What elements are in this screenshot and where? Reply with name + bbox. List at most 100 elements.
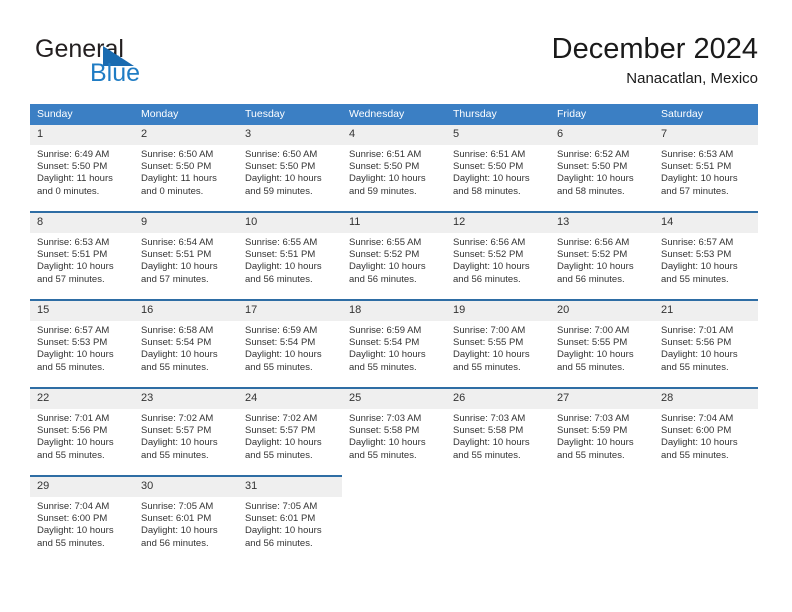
calendar-day-cell[interactable]: 13 Sunrise: 6:56 AM Sunset: 5:52 PM Dayligh… [550, 211, 654, 300]
day-number [446, 477, 550, 497]
weekday-header-saturday: Saturday [654, 104, 758, 125]
calendar-day-cell[interactable]: 2 Sunrise: 6:50 AM Sunset: 5:50 PM Daylight… [134, 125, 238, 212]
sunrise-text: Sunrise: 7:05 AM [245, 501, 318, 512]
daylight-text-line1: Daylight: 10 hours [37, 349, 114, 361]
calendar-day-cell[interactable]: 14 Sunrise: 6:57 AM Sunset: 5:53 PM Dayligh… [654, 211, 758, 300]
daylight-text-line1: Daylight: 10 hours [245, 437, 322, 449]
calendar-day-cell[interactable]: 30 Sunrise: 7:05 AM Sunset: 6:01 PM Dayligh… [134, 475, 238, 563]
daylight-text-line1: Daylight: 10 hours [245, 525, 322, 537]
daylight-text-line2: and 55 minutes. [37, 449, 105, 461]
calendar-day-cell[interactable]: 8 Sunrise: 6:53 AM Sunset: 5:51 PM Daylight… [30, 211, 134, 300]
daylight-text-line1: Daylight: 10 hours [37, 525, 114, 537]
sunset-text: Sunset: 5:53 PM [37, 337, 108, 349]
daylight-text-line1: Daylight: 10 hours [661, 173, 738, 185]
calendar-day-cell[interactable]: 24 Sunrise: 7:02 AM Sunset: 5:57 PM Dayligh… [238, 387, 342, 476]
daylight-text-line1: Daylight: 10 hours [349, 437, 426, 449]
sunset-text: Sunset: 5:52 PM [453, 249, 524, 261]
sunrise-text: Sunrise: 7:02 AM [245, 413, 318, 424]
daylight-text-line2: and 58 minutes. [557, 185, 625, 197]
sunset-text: Sunset: 5:55 PM [557, 337, 628, 349]
sunset-text: Sunset: 5:51 PM [141, 249, 212, 261]
calendar-day-cell[interactable]: 29 Sunrise: 7:04 AM Sunset: 6:00 PM Dayligh… [30, 475, 134, 563]
calendar-day-cell[interactable]: 6 Sunrise: 6:52 AM Sunset: 5:50 PM Daylight… [550, 125, 654, 212]
daylight-text-line1: Daylight: 10 hours [245, 261, 322, 273]
calendar-week-row: 22 Sunrise: 7:01 AM Sunset: 5:56 PM Dayligh… [30, 387, 758, 476]
sunset-text: Sunset: 5:56 PM [661, 337, 732, 349]
day-number: 25 [342, 389, 446, 409]
weekday-header-sunday: Sunday [30, 104, 134, 125]
day-number: 29 [30, 477, 134, 497]
calendar-week-row: 29 Sunrise: 7:04 AM Sunset: 6:00 PM Dayligh… [30, 475, 758, 563]
daylight-text-line1: Daylight: 10 hours [349, 349, 426, 361]
weekday-header-wednesday: Wednesday [342, 104, 446, 125]
daylight-text-line1: Daylight: 10 hours [141, 525, 218, 537]
calendar-week-row: 1 Sunrise: 6:49 AM Sunset: 5:50 PM Daylight… [30, 125, 758, 212]
daylight-text-line2: and 56 minutes. [245, 273, 313, 285]
day-details: Sunrise: 6:52 AM Sunset: 5:50 PM Daylight:… [550, 145, 654, 198]
calendar-day-cell[interactable]: 17 Sunrise: 6:59 AM Sunset: 5:54 PM Dayligh… [238, 299, 342, 388]
calendar-day-cell[interactable]: 16 Sunrise: 6:58 AM Sunset: 5:54 PM Dayligh… [134, 299, 238, 388]
sunset-text: Sunset: 6:01 PM [141, 513, 212, 525]
sunset-text: Sunset: 6:00 PM [661, 425, 732, 437]
daylight-text-line2: and 56 minutes. [453, 273, 521, 285]
sunrise-text: Sunrise: 6:56 AM [557, 237, 630, 248]
sunrise-text: Sunrise: 6:56 AM [453, 237, 526, 248]
calendar-day-cell[interactable]: 28 Sunrise: 7:04 AM Sunset: 6:00 PM Dayligh… [654, 387, 758, 476]
daylight-text-line1: Daylight: 10 hours [453, 437, 530, 449]
calendar-day-cell[interactable]: 23 Sunrise: 7:02 AM Sunset: 5:57 PM Dayligh… [134, 387, 238, 476]
sunset-text: Sunset: 5:58 PM [349, 425, 420, 437]
daylight-text-line1: Daylight: 10 hours [37, 261, 114, 273]
sunrise-text: Sunrise: 7:03 AM [557, 413, 630, 424]
day-details: Sunrise: 6:56 AM Sunset: 5:52 PM Daylight:… [550, 233, 654, 286]
day-number: 18 [342, 301, 446, 321]
daylight-text-line2: and 0 minutes. [141, 185, 204, 197]
daylight-text-line1: Daylight: 10 hours [557, 173, 634, 185]
calendar-day-cell[interactable]: 22 Sunrise: 7:01 AM Sunset: 5:56 PM Dayligh… [30, 387, 134, 476]
day-details: Sunrise: 7:05 AM Sunset: 6:01 PM Daylight:… [134, 497, 238, 550]
calendar-day-cell[interactable]: 7 Sunrise: 6:53 AM Sunset: 5:51 PM Daylight… [654, 125, 758, 212]
calendar-day-cell[interactable]: 10 Sunrise: 6:55 AM Sunset: 5:51 PM Dayligh… [238, 211, 342, 300]
calendar-day-cell[interactable]: 18 Sunrise: 6:59 AM Sunset: 5:54 PM Dayligh… [342, 299, 446, 388]
day-number: 15 [30, 301, 134, 321]
calendar-day-cell-empty [342, 475, 446, 563]
daylight-text-line1: Daylight: 10 hours [557, 349, 634, 361]
daylight-text-line2: and 56 minutes. [349, 273, 417, 285]
calendar-day-cell[interactable]: 5 Sunrise: 6:51 AM Sunset: 5:50 PM Daylight… [446, 125, 550, 212]
day-details: Sunrise: 7:05 AM Sunset: 6:01 PM Daylight:… [238, 497, 342, 550]
sunset-text: Sunset: 5:53 PM [661, 249, 732, 261]
calendar-day-cell[interactable]: 1 Sunrise: 6:49 AM Sunset: 5:50 PM Daylight… [30, 125, 134, 212]
calendar-day-cell[interactable]: 21 Sunrise: 7:01 AM Sunset: 5:56 PM Dayligh… [654, 299, 758, 388]
calendar-day-cell[interactable]: 4 Sunrise: 6:51 AM Sunset: 5:50 PM Daylight… [342, 125, 446, 212]
calendar-day-cell[interactable]: 19 Sunrise: 7:00 AM Sunset: 5:55 PM Dayligh… [446, 299, 550, 388]
calendar-day-cell[interactable]: 15 Sunrise: 6:57 AM Sunset: 5:53 PM Dayligh… [30, 299, 134, 388]
sunrise-text: Sunrise: 6:50 AM [245, 149, 318, 160]
sunrise-text: Sunrise: 6:57 AM [661, 237, 734, 248]
calendar-day-cell[interactable]: 11 Sunrise: 6:55 AM Sunset: 5:52 PM Dayligh… [342, 211, 446, 300]
day-number: 1 [30, 125, 134, 145]
daylight-text-line2: and 55 minutes. [661, 449, 729, 461]
calendar-day-cell[interactable]: 25 Sunrise: 7:03 AM Sunset: 5:58 PM Dayligh… [342, 387, 446, 476]
calendar-day-cell[interactable]: 3 Sunrise: 6:50 AM Sunset: 5:50 PM Daylight… [238, 125, 342, 212]
daylight-text-line2: and 55 minutes. [661, 361, 729, 373]
day-number: 4 [342, 125, 446, 145]
daylight-text-line2: and 56 minutes. [557, 273, 625, 285]
calendar-day-cell[interactable]: 27 Sunrise: 7:03 AM Sunset: 5:59 PM Dayligh… [550, 387, 654, 476]
calendar-day-cell[interactable]: 9 Sunrise: 6:54 AM Sunset: 5:51 PM Daylight… [134, 211, 238, 300]
daylight-text-line2: and 56 minutes. [141, 537, 209, 549]
day-number: 21 [654, 301, 758, 321]
day-number: 19 [446, 301, 550, 321]
day-details: Sunrise: 6:56 AM Sunset: 5:52 PM Daylight:… [446, 233, 550, 286]
sunset-text: Sunset: 5:52 PM [349, 249, 420, 261]
calendar-day-cell[interactable]: 26 Sunrise: 7:03 AM Sunset: 5:58 PM Dayligh… [446, 387, 550, 476]
general-blue-logo[interactable]: General Blue [35, 36, 295, 92]
calendar-day-cell[interactable]: 31 Sunrise: 7:05 AM Sunset: 6:01 PM Dayligh… [238, 475, 342, 563]
day-details: Sunrise: 7:03 AM Sunset: 5:59 PM Daylight:… [550, 409, 654, 462]
daylight-text-line2: and 55 minutes. [557, 361, 625, 373]
sunset-text: Sunset: 5:54 PM [245, 337, 316, 349]
calendar-day-cell[interactable]: 12 Sunrise: 6:56 AM Sunset: 5:52 PM Dayligh… [446, 211, 550, 300]
sunset-text: Sunset: 5:51 PM [37, 249, 108, 261]
calendar-day-cell[interactable]: 20 Sunrise: 7:00 AM Sunset: 5:55 PM Dayligh… [550, 299, 654, 388]
page-title: December 2024 [551, 33, 758, 65]
sunrise-text: Sunrise: 6:54 AM [141, 237, 214, 248]
sunrise-text: Sunrise: 7:01 AM [661, 325, 734, 336]
